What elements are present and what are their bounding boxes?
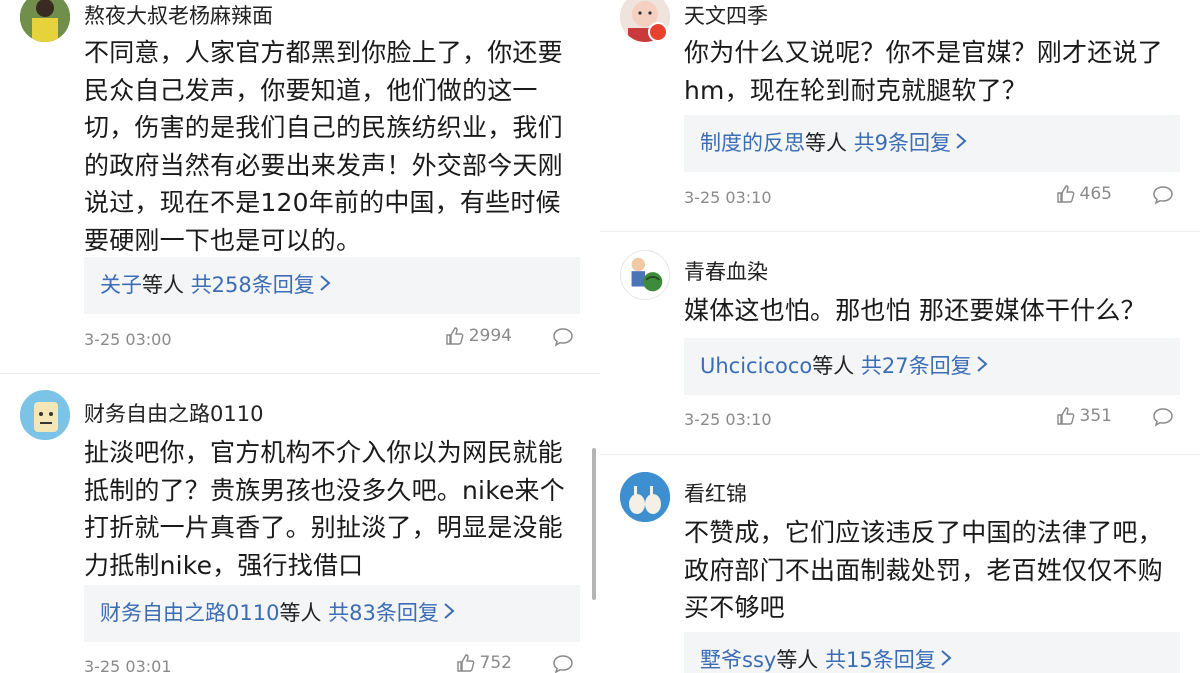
- avatar[interactable]: [20, 390, 70, 440]
- like-button[interactable]: 752: [456, 653, 512, 673]
- reply-etc: 等人: [279, 601, 322, 625]
- comment-text: 你为什么又说呢？你不是官媒？刚才还说了 hm，现在轮到耐克就腿软了？: [684, 38, 1163, 105]
- chevron-right-icon: [976, 338, 988, 395]
- reply-etc: 等人: [776, 648, 819, 672]
- divider: [600, 231, 1200, 232]
- like-count: 351: [1079, 406, 1112, 426]
- username[interactable]: 青春血染: [684, 256, 768, 286]
- divider: [600, 454, 1200, 455]
- reply-author[interactable]: Uhcicicoco: [700, 354, 812, 378]
- thumbs-up-icon: [1056, 185, 1074, 203]
- reply-summary[interactable]: 财务自由之路0110等人 共83条回复: [84, 585, 580, 642]
- comment-item: 看红锦 不赞成，它们应该违反了中国的法律了吧， 政府部门不出面制裁处罚，老百姓仅…: [600, 472, 1200, 673]
- like-button[interactable]: 2994: [445, 326, 512, 346]
- comment-meta: 3-25 03:01 752: [84, 653, 584, 673]
- like-count: 2994: [468, 326, 512, 346]
- divider: [0, 373, 600, 374]
- reply-summary[interactable]: 制度的反思等人 共9条回复: [684, 115, 1180, 172]
- like-count: 465: [1079, 184, 1112, 204]
- reply-count[interactable]: 共27条回复: [861, 354, 972, 378]
- reply-etc: 等人: [142, 273, 184, 297]
- timestamp: 3-25 03:00: [84, 330, 172, 349]
- timestamp: 3-25 03:10: [684, 188, 772, 207]
- chevron-right-icon: [940, 632, 952, 673]
- username[interactable]: 熬夜大叔老杨麻辣面: [84, 0, 273, 30]
- reply-author[interactable]: 关子: [100, 273, 142, 297]
- scrollbar-thumb[interactable]: [592, 448, 596, 600]
- reply-count[interactable]: 共15条回复: [825, 648, 936, 672]
- verified-badge: [648, 22, 668, 42]
- reply-author[interactable]: 墅爷ssy: [700, 648, 776, 672]
- reply-count[interactable]: 共83条回复: [328, 601, 439, 625]
- right-comment-column: 天文四季 你为什么又说呢？你不是官媒？刚才还说了 hm，现在轮到耐克就腿软了？ …: [600, 0, 1200, 673]
- reply-author[interactable]: 财务自由之路0110: [100, 601, 279, 625]
- reply-etc: 等人: [805, 131, 847, 155]
- reply-count[interactable]: 共9条回复: [854, 131, 951, 155]
- avatar[interactable]: [620, 472, 670, 522]
- comment-bubble-icon[interactable]: [552, 653, 574, 673]
- comment-item: 熬夜大叔老杨麻辣面 不同意，人家官方都黑到你脸上了，你还要 民众自己发声，你要知…: [0, 0, 600, 372]
- username[interactable]: 天文四季: [684, 0, 768, 30]
- avatar[interactable]: [20, 0, 70, 42]
- reply-summary[interactable]: Uhcicicoco等人 共27条回复: [684, 338, 1180, 395]
- timestamp: 3-25 03:01: [84, 657, 172, 673]
- comment-bubble-icon[interactable]: [1152, 406, 1174, 432]
- comment-text: 不同意，人家官方都黑到你脸上了，你还要 民众自己发声，你要知道，他们做的这一 切…: [84, 38, 563, 255]
- comment-text: 媒体这也怕。那也怕 那还要媒体干什么？: [684, 296, 1146, 325]
- username[interactable]: 财务自由之路0110: [84, 398, 263, 428]
- comment-text: 不赞成，它们应该违反了中国的法律了吧， 政府部门不出面制裁处罚，老百姓仅仅不购 …: [684, 518, 1163, 622]
- chevron-right-icon: [319, 257, 331, 314]
- comment-meta: 3-25 03:00 2994: [84, 326, 584, 356]
- comment-meta: 3-25 03:10 351: [684, 406, 1184, 436]
- thumbs-up-icon: [1056, 407, 1074, 425]
- comment-meta: 3-25 03:10 465: [684, 184, 1184, 214]
- reply-count[interactable]: 共258条回复: [191, 273, 315, 297]
- comment-item: 天文四季 你为什么又说呢？你不是官媒？刚才还说了 hm，现在轮到耐克就腿软了？ …: [600, 0, 1200, 230]
- like-count: 752: [479, 653, 512, 673]
- chevron-right-icon: [955, 115, 967, 172]
- chevron-right-icon: [443, 585, 455, 642]
- thumbs-up-icon: [446, 327, 464, 345]
- reply-summary[interactable]: 墅爷ssy等人 共15条回复: [684, 632, 1180, 673]
- like-button[interactable]: 351: [1056, 406, 1112, 426]
- username[interactable]: 看红锦: [684, 478, 747, 508]
- reply-etc: 等人: [812, 354, 855, 378]
- left-comment-column: 熬夜大叔老杨麻辣面 不同意，人家官方都黑到你脸上了，你还要 民众自己发声，你要知…: [0, 0, 600, 673]
- comment-text: 扯淡吧你，官方机构不介入你以为网民就能 抵制的了？贵族男孩也没多久吧。nike来…: [84, 438, 565, 580]
- reply-summary[interactable]: 关子等人 共258条回复: [84, 257, 580, 314]
- comment-bubble-icon[interactable]: [552, 326, 574, 352]
- comment-bubble-icon[interactable]: [1152, 184, 1174, 210]
- comment-item: 青春血染 媒体这也怕。那也怕 那还要媒体干什么？ Uhcicicoco等人 共2…: [600, 250, 1200, 450]
- like-button[interactable]: 465: [1056, 184, 1112, 204]
- thumbs-up-icon: [456, 654, 474, 672]
- reply-author[interactable]: 制度的反思: [700, 131, 805, 155]
- avatar[interactable]: [620, 250, 670, 300]
- comment-item: 财务自由之路0110 扯淡吧你，官方机构不介入你以为网民就能 抵制的了？贵族男孩…: [0, 390, 600, 673]
- timestamp: 3-25 03:10: [684, 410, 772, 429]
